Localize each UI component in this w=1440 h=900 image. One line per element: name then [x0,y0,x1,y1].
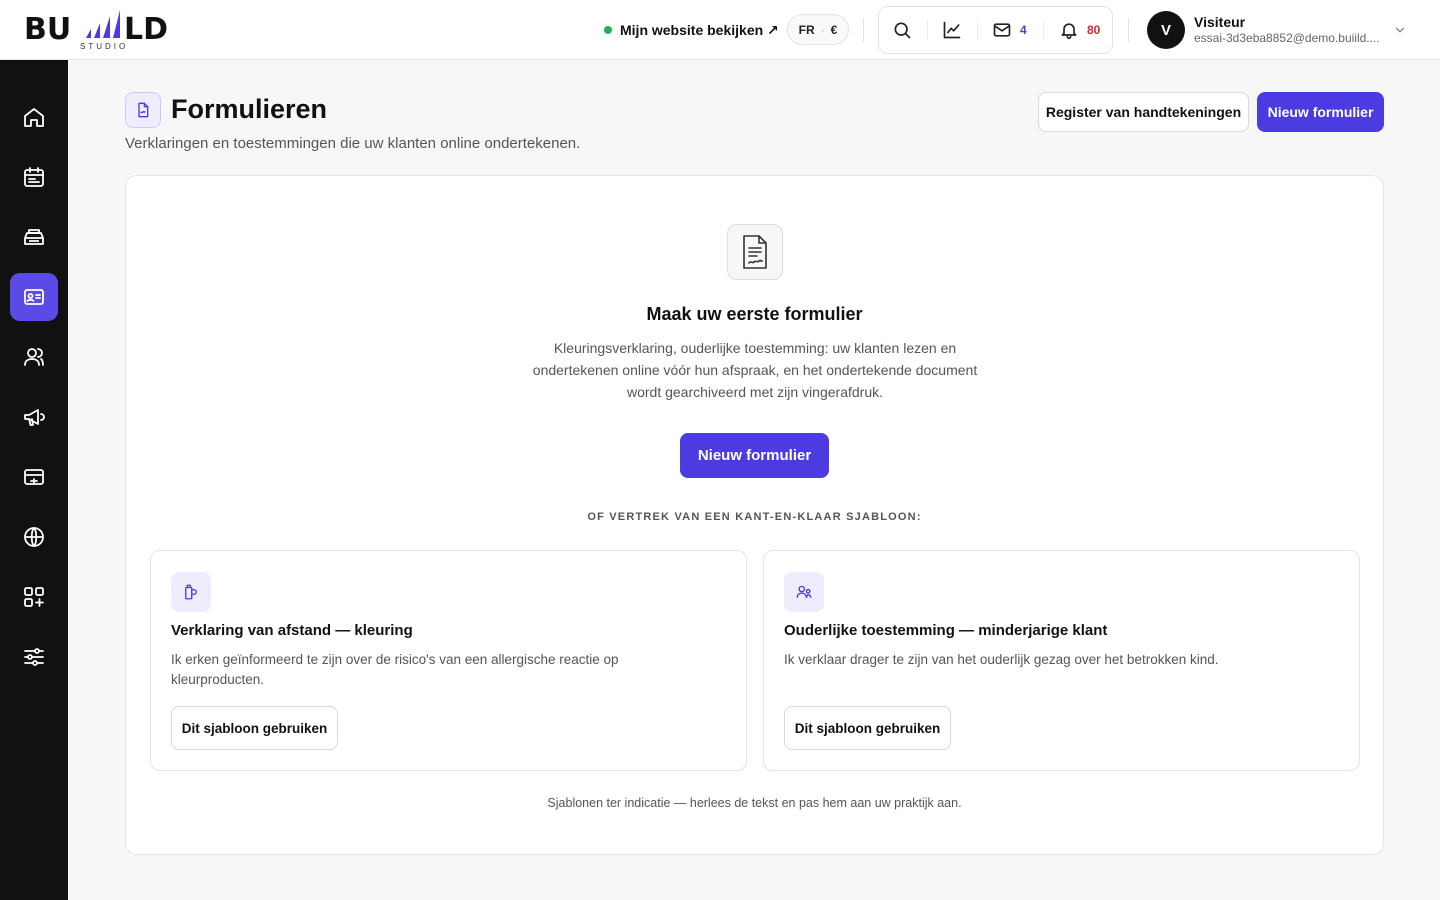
search-button[interactable] [892,7,912,53]
currency-symbol: € [830,22,838,37]
svg-text:BU: BU [24,12,71,47]
template-card-colouring-waiver: Verklaring van afstand — kleuring Ik erk… [150,550,747,771]
sidebar-item-website[interactable] [10,513,58,561]
top-bar: BU LD STUDIO Mijn website bekijken ↗ FR … [0,0,1440,60]
use-template-button[interactable]: Dit sjabloon gebruiken [171,706,338,750]
view-website-link[interactable]: Mijn website bekijken ↗ [604,19,779,41]
apps-icon [24,587,44,607]
mail-count-badge: 4 [1020,23,1027,37]
template-icon [171,572,211,612]
divider [1043,20,1044,40]
user-name: Visiteur [1194,14,1246,30]
use-template-button[interactable]: Dit sjabloon gebruiken [784,706,951,750]
template-description: Ik verklaar drager te zijn van het ouder… [784,652,1219,667]
bell-icon [1061,23,1077,40]
divider [1128,18,1129,42]
template-section-label: OF VERTREK VAN EEN KANT-EN-KLAAR SJABLOO… [587,511,922,523]
template-title: Ouderlijke toestemming — minderjarige kl… [784,622,1108,639]
notifications-button[interactable]: 80 [1059,7,1100,53]
new-form-button[interactable]: Nieuw formulier [1257,92,1384,132]
calendar-icon [24,167,44,187]
language-currency-selector[interactable]: FR · € [787,14,849,45]
brand-logo[interactable]: BU LD STUDIO [24,8,184,52]
divider [977,20,978,40]
language-code: FR [798,22,815,37]
messages-button[interactable]: 4 [992,7,1027,53]
templates-footnote: Sjablonen ter indicatie — herlees de tek… [547,796,962,810]
create-first-form-button[interactable]: Nieuw formulier [680,433,829,478]
avatar: V [1147,11,1185,49]
signature-register-button[interactable]: Register van handtekeningen [1038,92,1249,132]
template-icon [784,572,824,612]
template-title: Verklaring van afstand — kleuring [171,622,413,639]
payment-icon [24,469,44,485]
sidebar-item-home[interactable] [10,93,58,141]
home-icon [24,108,44,127]
empty-state-description: Kleuringsverklaring, ouderlijke toestemm… [532,340,978,400]
user-menu[interactable]: V Visiteur essai-3d3eba8852@demo.buiild.… [1147,11,1417,49]
page-icon [125,92,161,128]
forms-icon [24,289,44,305]
sidebar-item-settings[interactable] [10,633,58,681]
user-email: essai-3d3eba8852@demo.buiild.... [1194,31,1380,45]
sidebar-item-calendar[interactable] [10,153,58,201]
svg-text:LD: LD [124,12,168,47]
sidebar-item-forms[interactable] [10,273,58,321]
empty-state-icon [727,224,783,280]
empty-state-card: Maak uw eerste formulier Kleuringsverkla… [125,175,1384,855]
page-subtitle: Verklaringen en toestemmingen die uw kla… [125,135,581,152]
template-description: Ik erken geïnformeerd te zijn over de ri… [171,652,619,687]
quick-actions-group: 4 80 [878,6,1113,54]
view-website-label: Mijn website bekijken ↗ [620,21,779,38]
divider [863,18,864,42]
parent-child-icon [796,585,812,598]
separator-dot: · [820,22,825,37]
sidebar-item-inventory[interactable] [10,213,58,261]
online-status-dot [604,26,612,34]
empty-state-title: Maak uw eerste formulier [646,304,863,324]
template-card-parental-consent: Ouderlijke toestemming — minderjarige kl… [763,550,1360,771]
clients-icon [24,348,44,366]
inventory-icon [24,229,44,245]
stats-button[interactable] [942,7,962,53]
megaphone-icon [24,409,45,426]
chart-icon [943,21,961,39]
sidebar-item-clients[interactable] [10,333,58,381]
notification-count-badge: 80 [1087,23,1101,37]
sidebar-item-apps[interactable] [10,573,58,621]
divider [927,20,928,40]
document-icon [138,102,149,118]
sidebar-item-payments[interactable] [10,453,58,501]
chevron-down-icon [1395,27,1405,33]
settings-sliders-icon [24,648,44,666]
sidebar-item-marketing[interactable] [10,393,58,441]
search-icon [894,22,911,39]
sidebar [0,60,68,900]
page-title: Formulieren [171,94,328,124]
mail-icon [993,23,1011,37]
dye-bottle-icon [185,584,197,600]
globe-icon [24,527,44,547]
signed-document-icon [743,235,767,269]
logo-subtitle: STUDIO [80,42,129,51]
